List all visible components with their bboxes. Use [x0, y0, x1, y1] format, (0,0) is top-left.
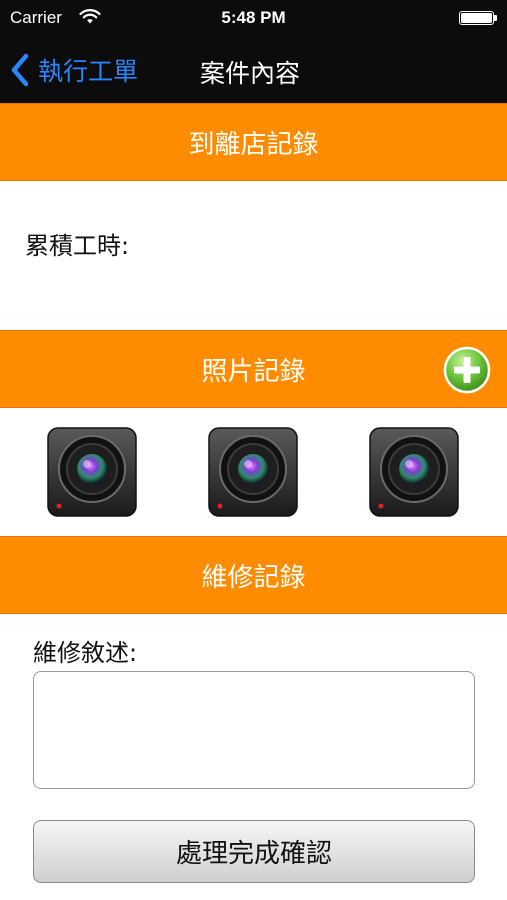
- repair-description-label: 維修敘述:: [33, 639, 138, 667]
- section-title: 照片記錄: [201, 356, 306, 387]
- camera-icon[interactable]: [46, 426, 138, 518]
- section-header-photo-record: 照片記錄: [0, 330, 507, 408]
- navigation-bar: 執行工單 案件內容: [0, 36, 507, 103]
- status-bar: Carrier 5:48 PM: [0, 0, 507, 36]
- camera-icon[interactable]: [207, 426, 299, 518]
- camera-icon[interactable]: [368, 426, 460, 518]
- battery-icon: [459, 11, 497, 25]
- top-bar: Carrier 5:48 PM 執行工單 案件內容: [0, 0, 507, 103]
- section-header-store-record: 到離店記錄: [0, 103, 507, 181]
- repair-description-input[interactable]: [33, 671, 475, 789]
- photo-list: [0, 409, 507, 536]
- accumulated-hours-label: 累積工時:: [25, 232, 130, 260]
- add-photo-button[interactable]: [443, 346, 491, 394]
- chevron-left-icon: [11, 53, 29, 87]
- section-title: 維修記錄: [201, 562, 306, 593]
- section-title: 到離店記錄: [188, 129, 319, 160]
- clock: 5:48 PM: [221, 8, 286, 27]
- page-title: 案件內容: [200, 59, 301, 88]
- back-button-label: 執行工單: [38, 57, 139, 86]
- back-button[interactable]: 執行工單: [10, 50, 138, 90]
- section-header-repair-record: 維修記錄: [0, 536, 507, 614]
- confirm-complete-button[interactable]: 處理完成確認: [33, 820, 475, 883]
